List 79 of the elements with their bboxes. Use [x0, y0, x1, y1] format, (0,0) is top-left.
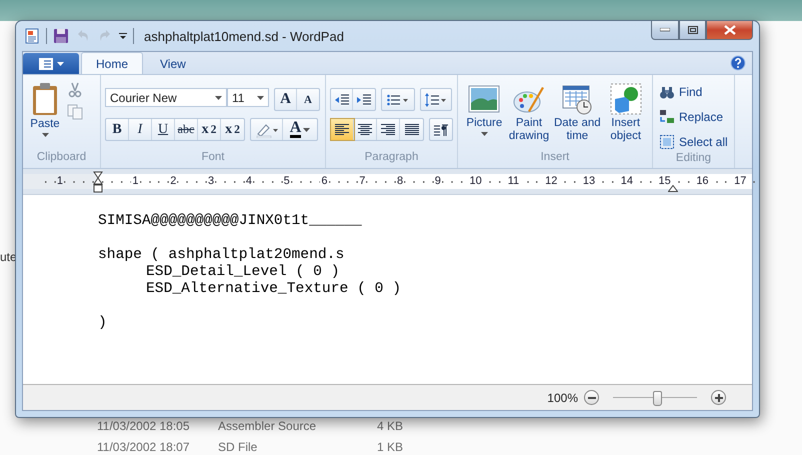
font-name-field[interactable]: Courier New	[105, 88, 227, 107]
group-label: Font	[201, 151, 224, 165]
minimize-icon	[660, 28, 670, 32]
date-modified: 11/03/2002 18:05	[97, 419, 191, 433]
font-size-field[interactable]: 11	[227, 88, 269, 107]
zoom-level: 100%	[547, 390, 578, 404]
right-indent-marker-icon	[668, 185, 678, 192]
align-justify-icon	[404, 124, 418, 136]
date-modified: 11/03/2002 18:07	[97, 440, 191, 454]
indent-marker-icon	[92, 170, 103, 192]
clipboard-icon	[31, 82, 59, 116]
strike-button[interactable]: abc	[175, 119, 198, 140]
paragraph-icon	[434, 124, 448, 136]
save-button[interactable]	[53, 28, 69, 44]
shrink-font-button[interactable]: A	[297, 89, 319, 110]
increase-indent-icon	[357, 94, 371, 106]
restore-icon	[688, 26, 698, 34]
italic-button[interactable]: I	[129, 119, 152, 140]
select-button[interactable]: Select all	[659, 131, 728, 152]
document-line: shape ( ashphaltplat20mend.s	[98, 247, 344, 264]
highlighter-icon	[256, 122, 278, 138]
dropdown-caret-icon	[119, 32, 127, 40]
align-left-button[interactable]	[331, 119, 354, 140]
underline-button[interactable]: U	[152, 119, 175, 140]
bullet-list-icon	[387, 94, 409, 106]
file-size: 1 KB	[376, 440, 403, 454]
document-line: ESD_Alternative_Texture ( 0 )	[145, 281, 402, 298]
help-icon	[730, 55, 746, 71]
document-menu-icon	[38, 58, 52, 70]
align-center-icon	[358, 124, 372, 136]
align-left-icon	[335, 124, 349, 136]
application-menu-button[interactable]	[23, 53, 79, 74]
copy-icon	[67, 104, 83, 120]
ribbon-tab[interactable]: Home	[81, 52, 144, 74]
replace-icon	[659, 108, 675, 124]
file-size: 4 KB	[376, 419, 403, 433]
select-all-icon	[659, 134, 675, 150]
landscape-picture-icon	[468, 83, 500, 115]
align-right-icon	[381, 124, 395, 136]
ribbon-tab[interactable]: View	[145, 52, 201, 74]
replace-button[interactable]: Replace	[659, 106, 728, 127]
caret-icon	[480, 132, 488, 136]
maximize-button[interactable]	[679, 21, 706, 40]
plus-icon	[714, 394, 722, 402]
group-label: Insert	[540, 151, 570, 165]
caret-icon	[215, 96, 222, 100]
close-button[interactable]	[706, 21, 753, 40]
document-line: )	[98, 315, 107, 332]
object-button[interactable]: Insert object	[605, 83, 646, 151]
close-icon	[724, 25, 736, 35]
document-line: ESD_Detail_Level ( 0 )	[145, 264, 340, 281]
font-color-button[interactable]: A	[283, 119, 317, 140]
datetime-button[interactable]: Date and time	[553, 83, 602, 151]
zoom-out-button[interactable]	[584, 390, 599, 405]
minimize-button[interactable]	[651, 21, 679, 40]
slider-thumb[interactable]	[652, 390, 662, 406]
file-type: SD File	[218, 440, 258, 454]
caret-icon	[257, 96, 264, 100]
group-label: Clipboard	[36, 151, 86, 165]
calendar-clock-icon	[561, 83, 594, 115]
find-button[interactable]: Find	[659, 81, 728, 102]
caret-icon	[56, 62, 64, 66]
caret-icon	[42, 133, 48, 137]
file-type: Assembler Source	[218, 419, 318, 433]
decrease-indent-icon	[334, 94, 348, 106]
paste-button[interactable]: Paste	[27, 82, 63, 151]
wordpad-document-icon	[24, 28, 40, 44]
zoom-in-button[interactable]	[711, 390, 726, 405]
document-line: SIMISA@@@@@@@@@@JINX0t1t______	[98, 213, 362, 230]
line-spacing-icon	[425, 92, 447, 106]
paint-button[interactable]: Paint drawing	[508, 83, 550, 151]
group-label: Paragraph	[364, 151, 418, 165]
picture-button[interactable]: Picture	[464, 83, 505, 151]
window-title: ashphaltplat10mend.sd - WordPad	[144, 28, 344, 44]
caret-icon	[303, 128, 310, 132]
bold-button[interactable]: B	[106, 119, 129, 140]
scissors-icon	[67, 82, 83, 98]
grow-font-button[interactable]: A	[275, 89, 297, 110]
group-label: Editing	[676, 152, 712, 166]
